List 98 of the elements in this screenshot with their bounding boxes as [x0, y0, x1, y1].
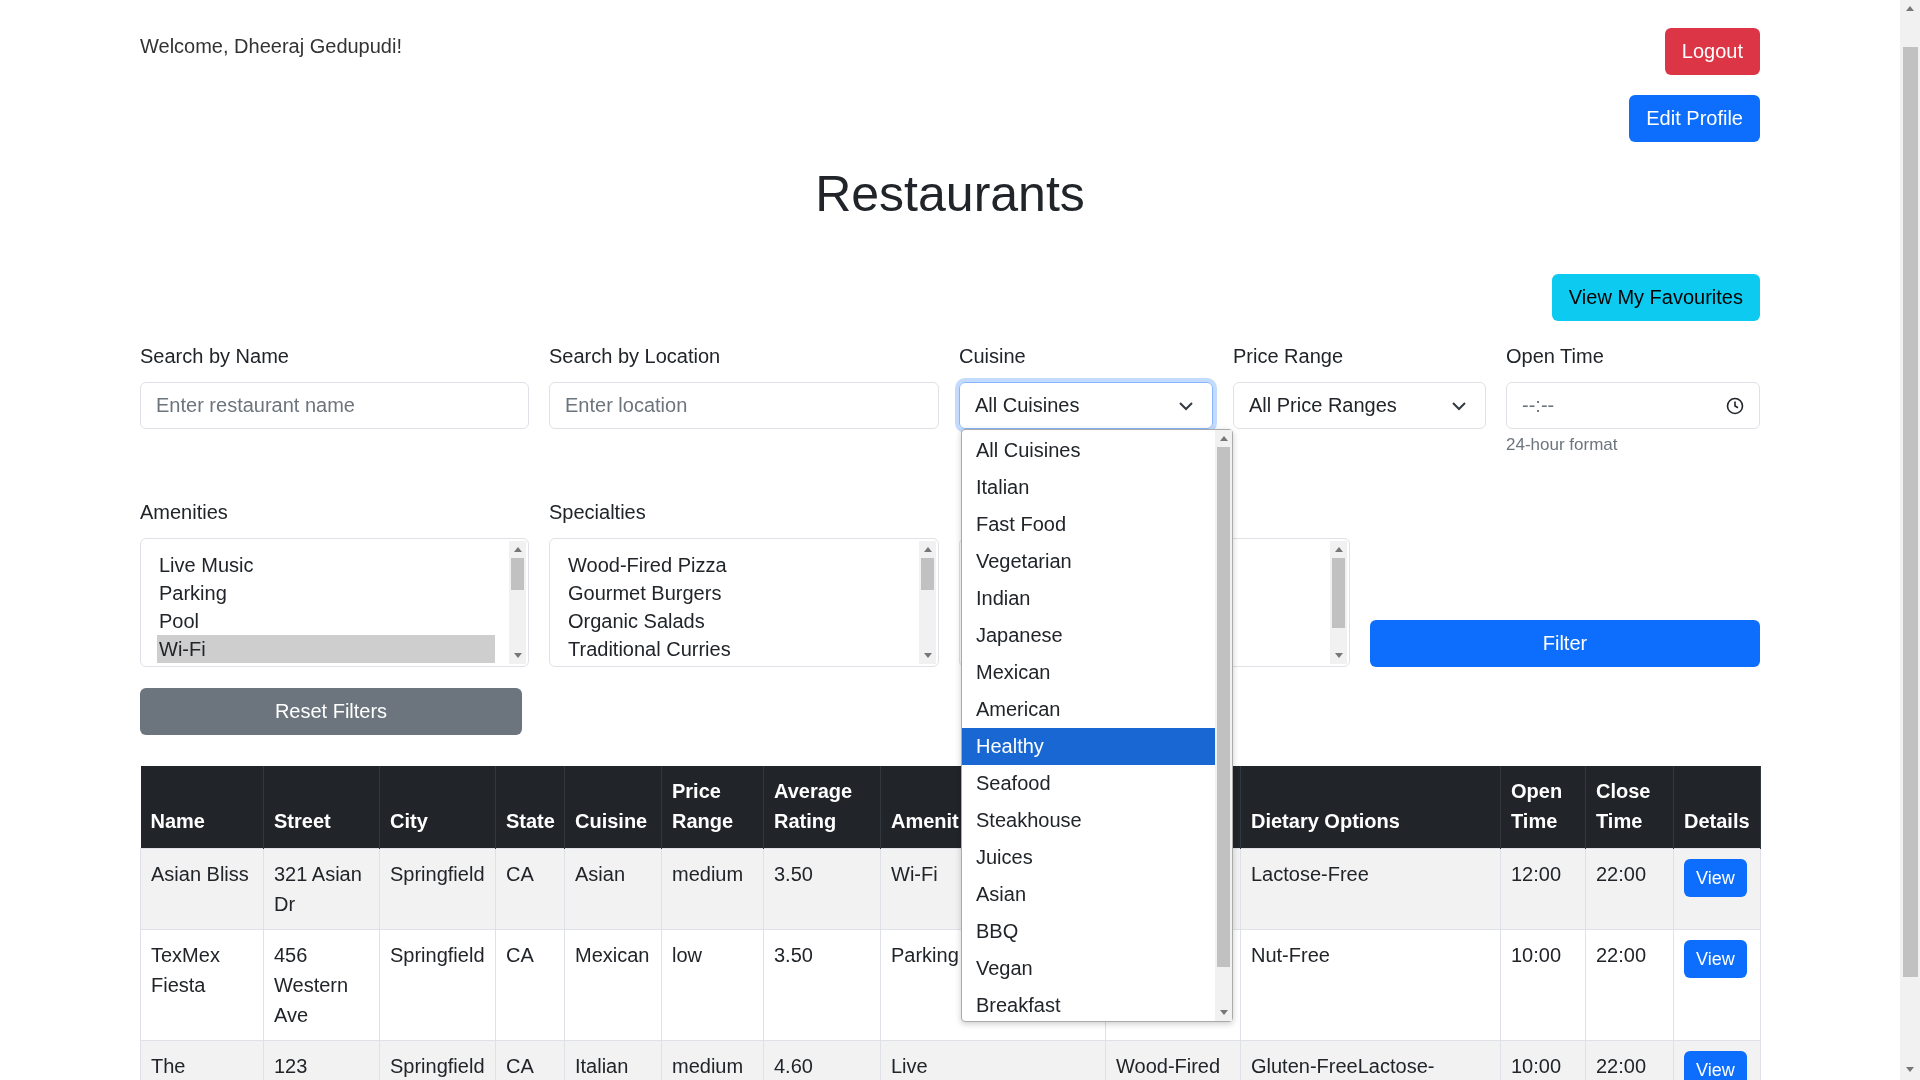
column-header: State: [506, 810, 555, 832]
table-cell: 10:00: [1511, 944, 1562, 966]
table-cell: 22:00: [1596, 863, 1647, 885]
table-cell: 321 Asian Dr: [274, 863, 362, 915]
dropdown-option[interactable]: Vegetarian: [962, 543, 1215, 580]
dropdown-option[interactable]: Seafood: [962, 765, 1215, 802]
page-scrollbar[interactable]: [1900, 0, 1920, 1080]
table-cell: Mexican: [575, 944, 650, 966]
table-cell: 123: [274, 1055, 308, 1077]
location-search-field[interactable]: Enter location: [549, 382, 939, 429]
column-header: Street: [274, 810, 331, 832]
field-label: Open Time: [1506, 345, 1605, 369]
view-button[interactable]: View: [1684, 1051, 1747, 1080]
table-cell: Springfield: [390, 1055, 485, 1077]
column-header: Cuisine: [575, 810, 648, 832]
table-cell: 22:00: [1596, 944, 1647, 966]
table-cell: Nut-Free: [1251, 944, 1330, 966]
view-button[interactable]: View: [1684, 859, 1747, 897]
dropdown-option[interactable]: Juices: [962, 839, 1215, 876]
dropdown-option[interactable]: All Cuisines: [962, 432, 1215, 469]
open-time-field[interactable]: --:--: [1506, 382, 1760, 429]
page-title: Restaurants: [815, 165, 1085, 224]
table-cell: Wood-Fired: [1116, 1055, 1221, 1077]
column-header: Name: [150, 810, 205, 832]
dropdown-option[interactable]: American: [962, 691, 1215, 728]
column-header: Open Time: [1511, 780, 1563, 832]
table-cell: Parking: [891, 944, 959, 966]
list-option[interactable]: Pool: [157, 607, 495, 635]
table-cell: 456 Western Ave: [274, 944, 349, 1026]
dropdown-option[interactable]: Breakfast: [962, 987, 1215, 1024]
column-header: Price Range: [672, 780, 734, 832]
table-cell: CA: [506, 1055, 534, 1077]
field-label: Price Range: [1233, 345, 1345, 369]
table-cell: medium: [672, 863, 744, 885]
dropdown-option[interactable]: Steakhouse: [962, 802, 1215, 839]
table-cell: Lactose-Free: [1251, 863, 1369, 885]
list-option[interactable]: Wood-Fired Pizza: [566, 551, 905, 579]
table-cell: low: [672, 944, 702, 966]
view-button[interactable]: View: [1684, 940, 1747, 978]
dropdown-option[interactable]: Vegan: [962, 950, 1215, 987]
welcome-text: Welcome, Dheeraj Gedupudi!: [140, 35, 402, 59]
list-option[interactable]: Traditional Curries: [566, 635, 905, 663]
scrollbar[interactable]: [1330, 541, 1347, 664]
list-option[interactable]: Gourmet Burgers: [566, 579, 905, 607]
scrollbar[interactable]: [1215, 430, 1232, 1021]
clock-icon: [1726, 396, 1744, 415]
filter-button[interactable]: Filter: [1370, 620, 1760, 667]
list-option[interactable]: Parking: [157, 579, 495, 607]
dropdown-option[interactable]: Italian: [962, 469, 1215, 506]
table-cell: Springfield: [390, 944, 485, 966]
dropdown-option[interactable]: Healthy: [962, 728, 1215, 765]
table-cell: TexMex Fiesta: [151, 944, 220, 996]
field-label: Specialties: [549, 501, 647, 525]
table-cell: Live: [891, 1055, 928, 1077]
dropdown-option[interactable]: Japanese: [962, 617, 1215, 654]
table-cell: medium: [672, 1055, 744, 1077]
field-label: Cuisine: [959, 345, 1027, 369]
list-option[interactable]: Live Music: [157, 551, 495, 579]
table-cell: Italian: [575, 1055, 629, 1077]
column-header: City: [390, 810, 428, 832]
view-favourites-button[interactable]: View My Favourites: [1551, 274, 1760, 321]
price-range-select[interactable]: All Price Ranges: [1233, 382, 1486, 429]
column-header: Average Rating: [774, 780, 853, 832]
column-header: Details: [1684, 810, 1750, 832]
table-cell: Asian Bliss: [151, 863, 249, 885]
field-label: Amenities: [140, 501, 229, 525]
table-cell: Asian: [575, 863, 626, 885]
dropdown-option[interactable]: Mexican: [962, 654, 1215, 691]
dropdown-option[interactable]: Asian: [962, 876, 1215, 913]
dropdown-option[interactable]: Fast Food: [962, 506, 1215, 543]
table-cell: The: [151, 1055, 186, 1077]
table-cell: Springfield: [390, 863, 485, 885]
table-cell: CA: [506, 944, 534, 966]
table-cell: 12:00: [1511, 863, 1562, 885]
logout-button[interactable]: Logout: [1664, 28, 1760, 75]
table-cell: Gluten-FreeLactose-: [1251, 1055, 1435, 1077]
column-header: Close Time: [1596, 780, 1651, 832]
dropdown-option[interactable]: Indian: [962, 580, 1215, 617]
column-header: Amenit: [891, 810, 959, 832]
table-cell: 4.60: [774, 1055, 813, 1077]
name-search-field[interactable]: Enter restaurant name: [140, 382, 529, 429]
table-cell: 3.50: [774, 944, 813, 966]
scrollbar[interactable]: [919, 541, 936, 664]
table-cell: CA: [506, 863, 534, 885]
table-cell: Wi-Fi: [891, 863, 938, 885]
list-option[interactable]: Organic Salads: [566, 607, 905, 635]
table-cell: 22:00: [1596, 1055, 1647, 1077]
hint-text: 24-hour format: [1506, 435, 1619, 455]
table-cell: 10:00: [1511, 1055, 1562, 1077]
field-label: Search by Location: [549, 345, 722, 369]
column-header: Dietary Options: [1251, 810, 1400, 832]
scrollbar[interactable]: [509, 541, 526, 664]
field-label: Search by Name: [140, 345, 290, 369]
edit-profile-button[interactable]: Edit Profile: [1629, 95, 1760, 142]
list-option[interactable]: Wi-Fi: [157, 635, 495, 663]
dropdown-option[interactable]: BBQ: [962, 913, 1215, 950]
reset-filters-button[interactable]: Reset Filters: [140, 688, 522, 735]
table-cell: 3.50: [774, 863, 813, 885]
